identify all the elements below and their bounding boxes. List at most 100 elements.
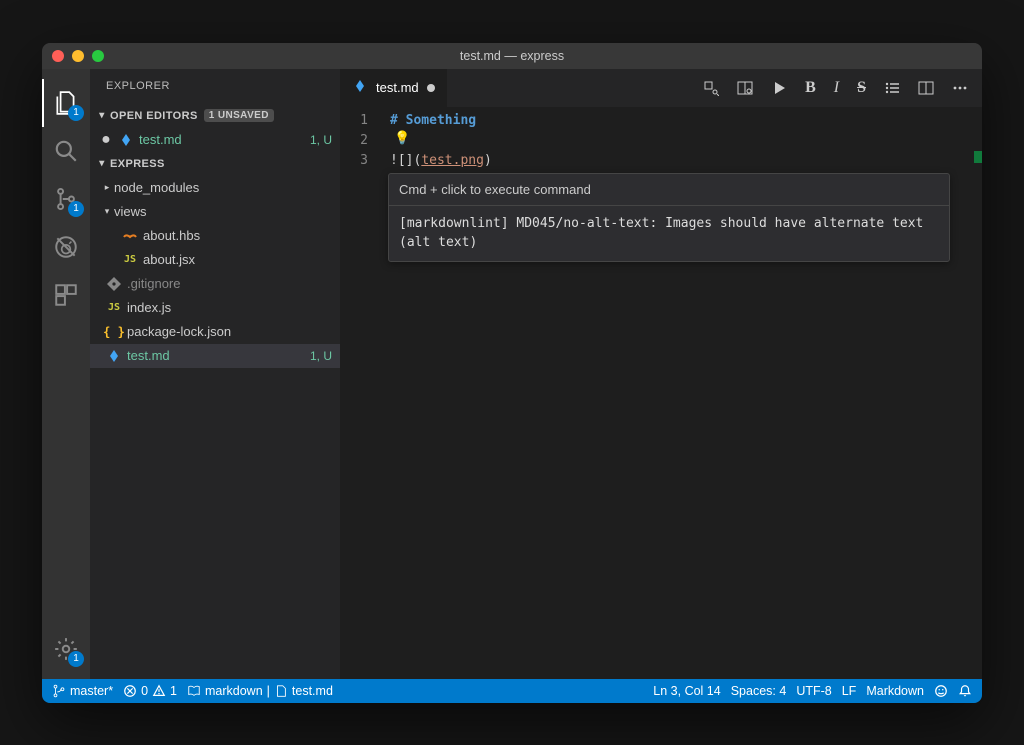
activity-extensions[interactable] bbox=[42, 271, 90, 319]
status-markdown-tool[interactable]: markdown | test.md bbox=[187, 684, 333, 698]
file-label: test.md bbox=[127, 348, 304, 363]
overview-marker bbox=[974, 151, 982, 163]
tree-file-about-hbs[interactable]: about.hbs bbox=[90, 224, 340, 248]
extensions-icon bbox=[53, 282, 79, 308]
file-status: 1, U bbox=[304, 349, 332, 363]
markdown-file-icon bbox=[116, 132, 136, 148]
status-encoding[interactable]: UTF-8 bbox=[796, 684, 831, 698]
bell-icon bbox=[958, 684, 972, 698]
unsaved-dot-icon bbox=[427, 84, 435, 92]
explorer-header: EXPLORER bbox=[90, 69, 340, 104]
json-file-icon: { } bbox=[104, 325, 124, 339]
list-button[interactable] bbox=[884, 80, 900, 96]
explorer-badge: 1 bbox=[68, 105, 84, 121]
status-feedback[interactable] bbox=[934, 684, 948, 698]
smiley-icon bbox=[934, 684, 948, 698]
file-label: index.js bbox=[127, 300, 332, 315]
run-button[interactable] bbox=[771, 80, 787, 96]
tree-folder-views[interactable]: ▾ views bbox=[90, 200, 340, 224]
js-file-icon: JS bbox=[104, 302, 124, 313]
code-line: ![](test.png) bbox=[390, 151, 982, 171]
editor-tab-bar: test.md B I S bbox=[340, 69, 982, 107]
status-indentation[interactable]: Spaces: 4 bbox=[731, 684, 787, 698]
code-editor[interactable]: 1 2 3 # Something ![](test.png) 💡 Cmd + … bbox=[340, 107, 982, 679]
open-editor-filename: test.md bbox=[139, 132, 304, 147]
open-editor-item[interactable]: ● test.md 1, U bbox=[90, 128, 340, 152]
handlebars-file-icon bbox=[120, 228, 140, 244]
line-number: 3 bbox=[340, 151, 386, 171]
code-line bbox=[390, 131, 982, 151]
tab-filename: test.md bbox=[376, 80, 419, 95]
strikethrough-button[interactable]: S bbox=[857, 79, 866, 97]
search-icon bbox=[53, 138, 79, 164]
book-icon bbox=[187, 684, 201, 698]
vscode-window: test.md — express 1 1 1 bbox=[42, 43, 982, 703]
italic-button[interactable]: I bbox=[834, 79, 839, 97]
status-eol[interactable]: LF bbox=[842, 684, 857, 698]
editor-group: test.md B I S 1 2 bbox=[340, 69, 982, 679]
activity-explorer[interactable]: 1 bbox=[42, 79, 90, 127]
more-actions-button[interactable] bbox=[952, 80, 968, 96]
line-number: 1 bbox=[340, 111, 386, 131]
hover-lint-message: [markdownlint] MD045/no-alt-text: Images… bbox=[389, 206, 949, 261]
status-problems[interactable]: 0 1 bbox=[123, 684, 177, 698]
explorer-sidebar: EXPLORER ▾ OPEN EDITORS 1 UNSAVED ● test… bbox=[90, 69, 340, 679]
js-file-icon: JS bbox=[120, 254, 140, 265]
status-cursor-position[interactable]: Ln 3, Col 14 bbox=[653, 684, 720, 698]
activity-search[interactable] bbox=[42, 127, 90, 175]
chevron-down-icon: ▾ bbox=[94, 158, 110, 169]
status-notifications[interactable] bbox=[958, 684, 972, 698]
tree-file-package-lock[interactable]: { } package-lock.json bbox=[90, 320, 340, 344]
split-editor-button[interactable] bbox=[918, 80, 934, 96]
chevron-right-icon: ▸ bbox=[100, 182, 114, 193]
folder-label: node_modules bbox=[114, 180, 332, 195]
workspace-section[interactable]: ▾ EXPRESS bbox=[90, 152, 340, 176]
warning-icon bbox=[152, 684, 166, 698]
line-number-gutter: 1 2 3 bbox=[340, 107, 386, 679]
titlebar: test.md — express bbox=[42, 43, 982, 69]
activity-debug[interactable] bbox=[42, 223, 90, 271]
markdown-file-icon bbox=[104, 348, 124, 364]
file-icon bbox=[274, 684, 288, 698]
status-language-mode[interactable]: Markdown bbox=[866, 684, 924, 698]
folder-label: views bbox=[114, 204, 332, 219]
main-area: 1 1 1 EXPLORER ▾ bbox=[42, 69, 982, 679]
tree-file-gitignore[interactable]: .gitignore bbox=[90, 272, 340, 296]
chevron-down-icon: ▾ bbox=[94, 110, 110, 121]
git-file-icon bbox=[104, 276, 124, 292]
tree-file-test-md[interactable]: test.md 1, U bbox=[90, 344, 340, 368]
unsaved-badge: 1 UNSAVED bbox=[204, 109, 274, 122]
open-editors-section[interactable]: ▾ OPEN EDITORS 1 UNSAVED bbox=[90, 104, 340, 128]
code-line: # Something bbox=[390, 111, 982, 131]
bold-button[interactable]: B bbox=[805, 79, 816, 97]
code-content[interactable]: # Something ![](test.png) 💡 Cmd + click … bbox=[386, 107, 982, 679]
markdown-file-icon bbox=[352, 78, 368, 97]
lightbulb-icon[interactable]: 💡 bbox=[394, 131, 410, 146]
debug-icon bbox=[53, 234, 79, 260]
hover-tooltip: Cmd + click to execute command [markdown… bbox=[388, 173, 950, 262]
window-title: test.md — express bbox=[42, 49, 982, 63]
editor-actions: B I S bbox=[703, 79, 982, 97]
tree-folder-node-modules[interactable]: ▸ node_modules bbox=[90, 176, 340, 200]
status-git-branch[interactable]: master* bbox=[52, 684, 113, 698]
line-number: 2 bbox=[340, 131, 386, 151]
settings-badge: 1 bbox=[68, 651, 84, 667]
find-replace-button[interactable] bbox=[703, 80, 719, 96]
open-preview-side-button[interactable] bbox=[737, 80, 753, 96]
tree-file-about-jsx[interactable]: JS about.jsx bbox=[90, 248, 340, 272]
activity-source-control[interactable]: 1 bbox=[42, 175, 90, 223]
file-label: about.hbs bbox=[143, 228, 332, 243]
file-label: .gitignore bbox=[127, 276, 332, 291]
editor-tab[interactable]: test.md bbox=[340, 69, 448, 107]
activity-settings[interactable]: 1 bbox=[42, 625, 90, 673]
tree-file-index-js[interactable]: JS index.js bbox=[90, 296, 340, 320]
open-editors-label: OPEN EDITORS bbox=[110, 110, 198, 122]
unsaved-dot-icon: ● bbox=[96, 131, 116, 149]
status-bar: master* 0 1 markdown | test.md Ln 3, Col… bbox=[42, 679, 982, 703]
activity-bar: 1 1 1 bbox=[42, 69, 90, 679]
file-label: about.jsx bbox=[143, 252, 332, 267]
error-icon bbox=[123, 684, 137, 698]
file-label: package-lock.json bbox=[127, 324, 332, 339]
scm-badge: 1 bbox=[68, 201, 84, 217]
branch-icon bbox=[52, 684, 66, 698]
